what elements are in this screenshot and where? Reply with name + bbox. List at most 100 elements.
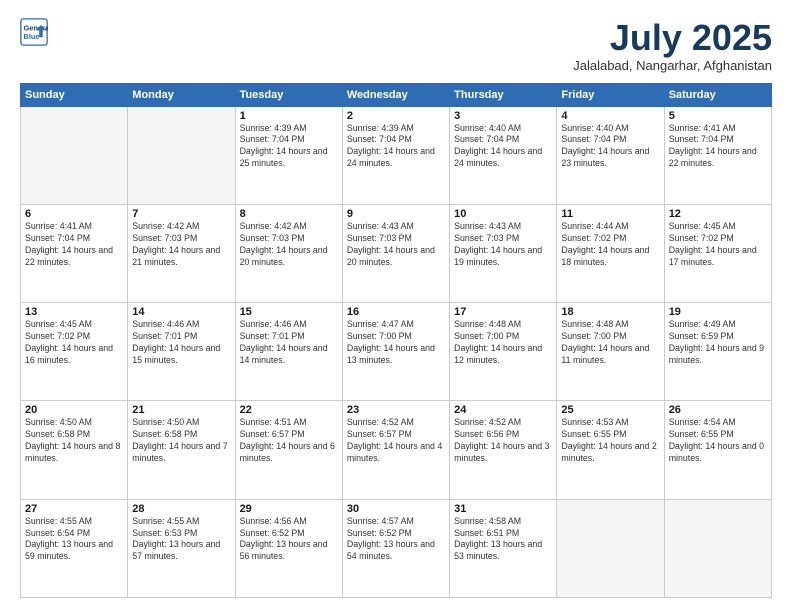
week-row-1: 1Sunrise: 4:39 AM Sunset: 7:04 PM Daylig… <box>21 106 772 204</box>
logo-icon: General Blue <box>20 18 48 46</box>
day-number: 30 <box>347 503 445 515</box>
week-row-3: 13Sunrise: 4:45 AM Sunset: 7:02 PM Dayli… <box>21 303 772 401</box>
day-info: Sunrise: 4:47 AM Sunset: 7:00 PM Dayligh… <box>347 319 445 367</box>
day-number: 26 <box>669 404 767 416</box>
col-thursday: Thursday <box>450 83 557 106</box>
day-number: 16 <box>347 306 445 318</box>
day-cell: 27Sunrise: 4:55 AM Sunset: 6:54 PM Dayli… <box>21 499 128 597</box>
day-cell: 7Sunrise: 4:42 AM Sunset: 7:03 PM Daylig… <box>128 204 235 302</box>
day-cell: 31Sunrise: 4:58 AM Sunset: 6:51 PM Dayli… <box>450 499 557 597</box>
calendar-header-row: Sunday Monday Tuesday Wednesday Thursday… <box>21 83 772 106</box>
day-cell: 9Sunrise: 4:43 AM Sunset: 7:03 PM Daylig… <box>342 204 449 302</box>
day-number: 24 <box>454 404 552 416</box>
day-info: Sunrise: 4:45 AM Sunset: 7:02 PM Dayligh… <box>669 221 767 269</box>
day-cell: 13Sunrise: 4:45 AM Sunset: 7:02 PM Dayli… <box>21 303 128 401</box>
day-number: 9 <box>347 208 445 220</box>
day-info: Sunrise: 4:39 AM Sunset: 7:04 PM Dayligh… <box>347 123 445 171</box>
day-number: 12 <box>669 208 767 220</box>
month-title: July 2025 <box>573 18 772 58</box>
day-number: 20 <box>25 404 123 416</box>
day-cell: 10Sunrise: 4:43 AM Sunset: 7:03 PM Dayli… <box>450 204 557 302</box>
day-number: 29 <box>240 503 338 515</box>
week-row-2: 6Sunrise: 4:41 AM Sunset: 7:04 PM Daylig… <box>21 204 772 302</box>
day-number: 13 <box>25 306 123 318</box>
day-info: Sunrise: 4:56 AM Sunset: 6:52 PM Dayligh… <box>240 516 338 564</box>
day-cell: 21Sunrise: 4:50 AM Sunset: 6:58 PM Dayli… <box>128 401 235 499</box>
header: General Blue July 2025 Jalalabad, Nangar… <box>20 18 772 73</box>
day-number: 15 <box>240 306 338 318</box>
day-cell: 16Sunrise: 4:47 AM Sunset: 7:00 PM Dayli… <box>342 303 449 401</box>
week-row-4: 20Sunrise: 4:50 AM Sunset: 6:58 PM Dayli… <box>21 401 772 499</box>
day-number: 10 <box>454 208 552 220</box>
day-info: Sunrise: 4:58 AM Sunset: 6:51 PM Dayligh… <box>454 516 552 564</box>
day-cell: 8Sunrise: 4:42 AM Sunset: 7:03 PM Daylig… <box>235 204 342 302</box>
day-info: Sunrise: 4:46 AM Sunset: 7:01 PM Dayligh… <box>132 319 230 367</box>
day-number: 18 <box>561 306 659 318</box>
day-info: Sunrise: 4:52 AM Sunset: 6:56 PM Dayligh… <box>454 417 552 465</box>
day-info: Sunrise: 4:51 AM Sunset: 6:57 PM Dayligh… <box>240 417 338 465</box>
day-number: 6 <box>25 208 123 220</box>
day-info: Sunrise: 4:44 AM Sunset: 7:02 PM Dayligh… <box>561 221 659 269</box>
day-cell: 23Sunrise: 4:52 AM Sunset: 6:57 PM Dayli… <box>342 401 449 499</box>
day-info: Sunrise: 4:48 AM Sunset: 7:00 PM Dayligh… <box>454 319 552 367</box>
day-number: 8 <box>240 208 338 220</box>
day-number: 19 <box>669 306 767 318</box>
title-block: July 2025 Jalalabad, Nangarhar, Afghanis… <box>573 18 772 73</box>
day-cell: 3Sunrise: 4:40 AM Sunset: 7:04 PM Daylig… <box>450 106 557 204</box>
day-cell: 12Sunrise: 4:45 AM Sunset: 7:02 PM Dayli… <box>664 204 771 302</box>
day-number: 22 <box>240 404 338 416</box>
day-cell: 20Sunrise: 4:50 AM Sunset: 6:58 PM Dayli… <box>21 401 128 499</box>
day-info: Sunrise: 4:48 AM Sunset: 7:00 PM Dayligh… <box>561 319 659 367</box>
day-number: 21 <box>132 404 230 416</box>
day-cell <box>557 499 664 597</box>
day-number: 7 <box>132 208 230 220</box>
day-cell: 11Sunrise: 4:44 AM Sunset: 7:02 PM Dayli… <box>557 204 664 302</box>
day-number: 27 <box>25 503 123 515</box>
day-info: Sunrise: 4:45 AM Sunset: 7:02 PM Dayligh… <box>25 319 123 367</box>
day-cell: 5Sunrise: 4:41 AM Sunset: 7:04 PM Daylig… <box>664 106 771 204</box>
day-info: Sunrise: 4:49 AM Sunset: 6:59 PM Dayligh… <box>669 319 767 367</box>
col-friday: Friday <box>557 83 664 106</box>
day-number: 17 <box>454 306 552 318</box>
day-info: Sunrise: 4:43 AM Sunset: 7:03 PM Dayligh… <box>347 221 445 269</box>
day-cell <box>664 499 771 597</box>
day-info: Sunrise: 4:41 AM Sunset: 7:04 PM Dayligh… <box>25 221 123 269</box>
logo: General Blue <box>20 18 48 46</box>
col-tuesday: Tuesday <box>235 83 342 106</box>
day-info: Sunrise: 4:50 AM Sunset: 6:58 PM Dayligh… <box>25 417 123 465</box>
day-cell: 19Sunrise: 4:49 AM Sunset: 6:59 PM Dayli… <box>664 303 771 401</box>
location: Jalalabad, Nangarhar, Afghanistan <box>573 58 772 73</box>
week-row-5: 27Sunrise: 4:55 AM Sunset: 6:54 PM Dayli… <box>21 499 772 597</box>
day-cell: 2Sunrise: 4:39 AM Sunset: 7:04 PM Daylig… <box>342 106 449 204</box>
day-cell: 15Sunrise: 4:46 AM Sunset: 7:01 PM Dayli… <box>235 303 342 401</box>
svg-text:Blue: Blue <box>24 32 40 41</box>
day-number: 2 <box>347 110 445 122</box>
col-saturday: Saturday <box>664 83 771 106</box>
day-info: Sunrise: 4:42 AM Sunset: 7:03 PM Dayligh… <box>132 221 230 269</box>
day-cell: 28Sunrise: 4:55 AM Sunset: 6:53 PM Dayli… <box>128 499 235 597</box>
svg-text:General: General <box>24 23 49 32</box>
day-info: Sunrise: 4:43 AM Sunset: 7:03 PM Dayligh… <box>454 221 552 269</box>
day-info: Sunrise: 4:46 AM Sunset: 7:01 PM Dayligh… <box>240 319 338 367</box>
day-number: 23 <box>347 404 445 416</box>
day-number: 4 <box>561 110 659 122</box>
day-info: Sunrise: 4:42 AM Sunset: 7:03 PM Dayligh… <box>240 221 338 269</box>
day-info: Sunrise: 4:54 AM Sunset: 6:55 PM Dayligh… <box>669 417 767 465</box>
day-cell: 17Sunrise: 4:48 AM Sunset: 7:00 PM Dayli… <box>450 303 557 401</box>
day-cell: 26Sunrise: 4:54 AM Sunset: 6:55 PM Dayli… <box>664 401 771 499</box>
day-cell: 24Sunrise: 4:52 AM Sunset: 6:56 PM Dayli… <box>450 401 557 499</box>
day-info: Sunrise: 4:53 AM Sunset: 6:55 PM Dayligh… <box>561 417 659 465</box>
day-number: 28 <box>132 503 230 515</box>
day-cell <box>21 106 128 204</box>
day-info: Sunrise: 4:40 AM Sunset: 7:04 PM Dayligh… <box>561 123 659 171</box>
col-sunday: Sunday <box>21 83 128 106</box>
day-info: Sunrise: 4:41 AM Sunset: 7:04 PM Dayligh… <box>669 123 767 171</box>
day-cell <box>128 106 235 204</box>
page: General Blue July 2025 Jalalabad, Nangar… <box>0 0 792 612</box>
day-cell: 29Sunrise: 4:56 AM Sunset: 6:52 PM Dayli… <box>235 499 342 597</box>
day-number: 5 <box>669 110 767 122</box>
day-number: 14 <box>132 306 230 318</box>
day-cell: 18Sunrise: 4:48 AM Sunset: 7:00 PM Dayli… <box>557 303 664 401</box>
day-info: Sunrise: 4:55 AM Sunset: 6:53 PM Dayligh… <box>132 516 230 564</box>
day-cell: 1Sunrise: 4:39 AM Sunset: 7:04 PM Daylig… <box>235 106 342 204</box>
